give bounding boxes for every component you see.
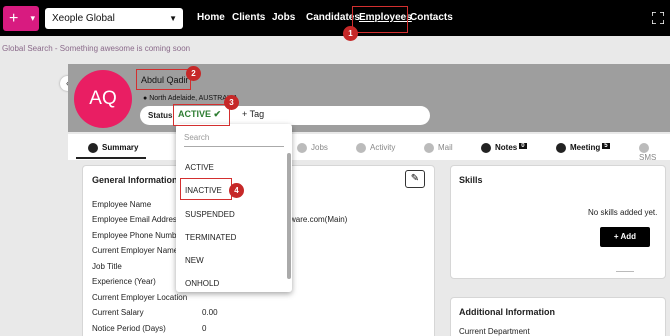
skills-empty-text: No skills added yet. [588, 208, 658, 217]
organization-select[interactable]: Xeople Global ▼ [45, 8, 183, 29]
field-label: Current Employer Name [92, 246, 179, 255]
nav-jobs[interactable]: Jobs [272, 0, 295, 36]
status-option-terminated[interactable]: TERMINATED [185, 233, 236, 242]
pencil-icon: ✎ [410, 173, 420, 184]
briefcase-icon [297, 143, 307, 153]
quick-add-button[interactable]: + ▾ [3, 6, 39, 31]
location-pin-icon: ● [143, 95, 148, 102]
tab-meeting[interactable]: Meeting 5 [556, 143, 610, 153]
plus-icon: + [242, 109, 248, 119]
field-label: Current Salary [92, 308, 144, 317]
field-label: Experience (Year) [92, 277, 156, 286]
field-label: Employee Email Address [92, 215, 181, 224]
nav-contacts[interactable]: Contacts [410, 0, 453, 36]
meeting-count-badge: 5 [602, 143, 610, 149]
activity-icon [356, 143, 366, 153]
field-label: Notice Period (Days) [92, 324, 166, 333]
mail-icon [424, 143, 434, 153]
skills-title: Skills [459, 175, 483, 185]
callout-highlight-employees [352, 6, 408, 33]
field-value: 0.00 [202, 308, 218, 317]
sms-icon [639, 143, 649, 153]
field-label: Job Title [92, 262, 122, 271]
tab-summary[interactable]: Summary [88, 143, 138, 153]
callout-highlight-status [173, 104, 230, 126]
field-value: 0 [202, 324, 207, 333]
meeting-icon [556, 143, 566, 153]
fullscreen-icon[interactable] [652, 12, 664, 24]
field-label: Current Employer Location [92, 293, 188, 302]
field-label: Current Department [459, 327, 530, 336]
tab-sms[interactable]: SMS [639, 143, 670, 162]
resize-grip[interactable] [616, 271, 634, 272]
summary-icon [88, 143, 98, 153]
callout-badge-1: 1 [343, 26, 358, 41]
status-label: Status [148, 111, 173, 120]
general-info-title: General Information [92, 175, 178, 185]
add-skill-button[interactable]: + Add [600, 227, 650, 247]
plus-icon: + [613, 232, 619, 241]
tab-notes[interactable]: Notes 0 [481, 143, 527, 153]
avatar: AQ [74, 70, 132, 128]
active-tab-indicator [76, 157, 146, 159]
status-option-new[interactable]: NEW [185, 256, 204, 265]
notes-icon [481, 143, 491, 153]
notes-count-badge: 0 [519, 143, 527, 149]
dropdown-search-input[interactable]: Search [184, 133, 284, 147]
tab-mail[interactable]: Mail [424, 143, 453, 153]
top-navbar: + ▾ Xeople Global ▼ Home Clients Jobs Cand… [0, 0, 670, 36]
status-option-onhold[interactable]: ONHOLD [185, 279, 219, 288]
field-label: Employee Phone Number [92, 231, 184, 240]
callout-badge-2: 2 [186, 66, 201, 81]
status-dropdown [176, 124, 292, 292]
callout-highlight-inactive [180, 178, 232, 200]
status-option-suspended[interactable]: SUSPENDED [185, 210, 235, 219]
status-option-active[interactable]: ACTIVE [185, 163, 214, 172]
callout-badge-4: 4 [229, 183, 244, 198]
chevron-down-icon: ▼ [169, 14, 177, 23]
field-value: ware.com(Main) [290, 215, 348, 224]
tab-activity[interactable]: Activity [356, 143, 395, 153]
dropdown-scrollbar[interactable] [287, 153, 291, 279]
nav-clients[interactable]: Clients [232, 0, 265, 36]
callout-highlight-name [136, 69, 191, 90]
global-search-banner[interactable]: Global Search - Something awesome is com… [2, 44, 190, 53]
edit-button[interactable]: ✎ [405, 170, 425, 188]
field-label: Employee Name [92, 200, 152, 209]
add-tag-button[interactable]: + Tag [242, 109, 264, 119]
nav-home[interactable]: Home [197, 0, 225, 36]
additional-info-title: Additional Information [459, 307, 555, 317]
tab-jobs[interactable]: Jobs [297, 143, 328, 153]
chevron-down-icon: ▾ [30, 13, 35, 23]
callout-badge-3: 3 [224, 95, 239, 110]
